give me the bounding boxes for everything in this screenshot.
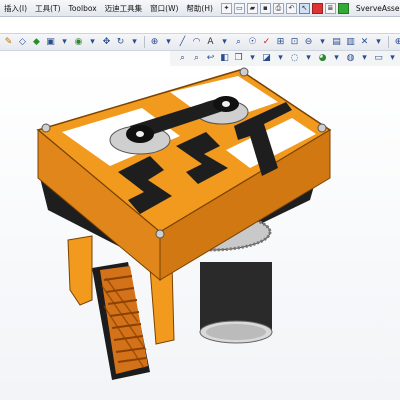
corner-bolt-right — [317, 123, 327, 133]
wheel — [92, 262, 150, 380]
corner-bolt-rear — [239, 67, 249, 77]
pulley-right-hub — [222, 101, 230, 107]
swerve-module-model[interactable] — [0, 0, 400, 400]
corner-bolt-front — [155, 229, 165, 239]
fork-left — [67, 235, 93, 306]
motor-end-cap-inner — [206, 324, 266, 340]
motor — [199, 262, 273, 344]
corner-bolt-front-left — [41, 123, 51, 133]
pulley-left-hub — [136, 131, 144, 137]
